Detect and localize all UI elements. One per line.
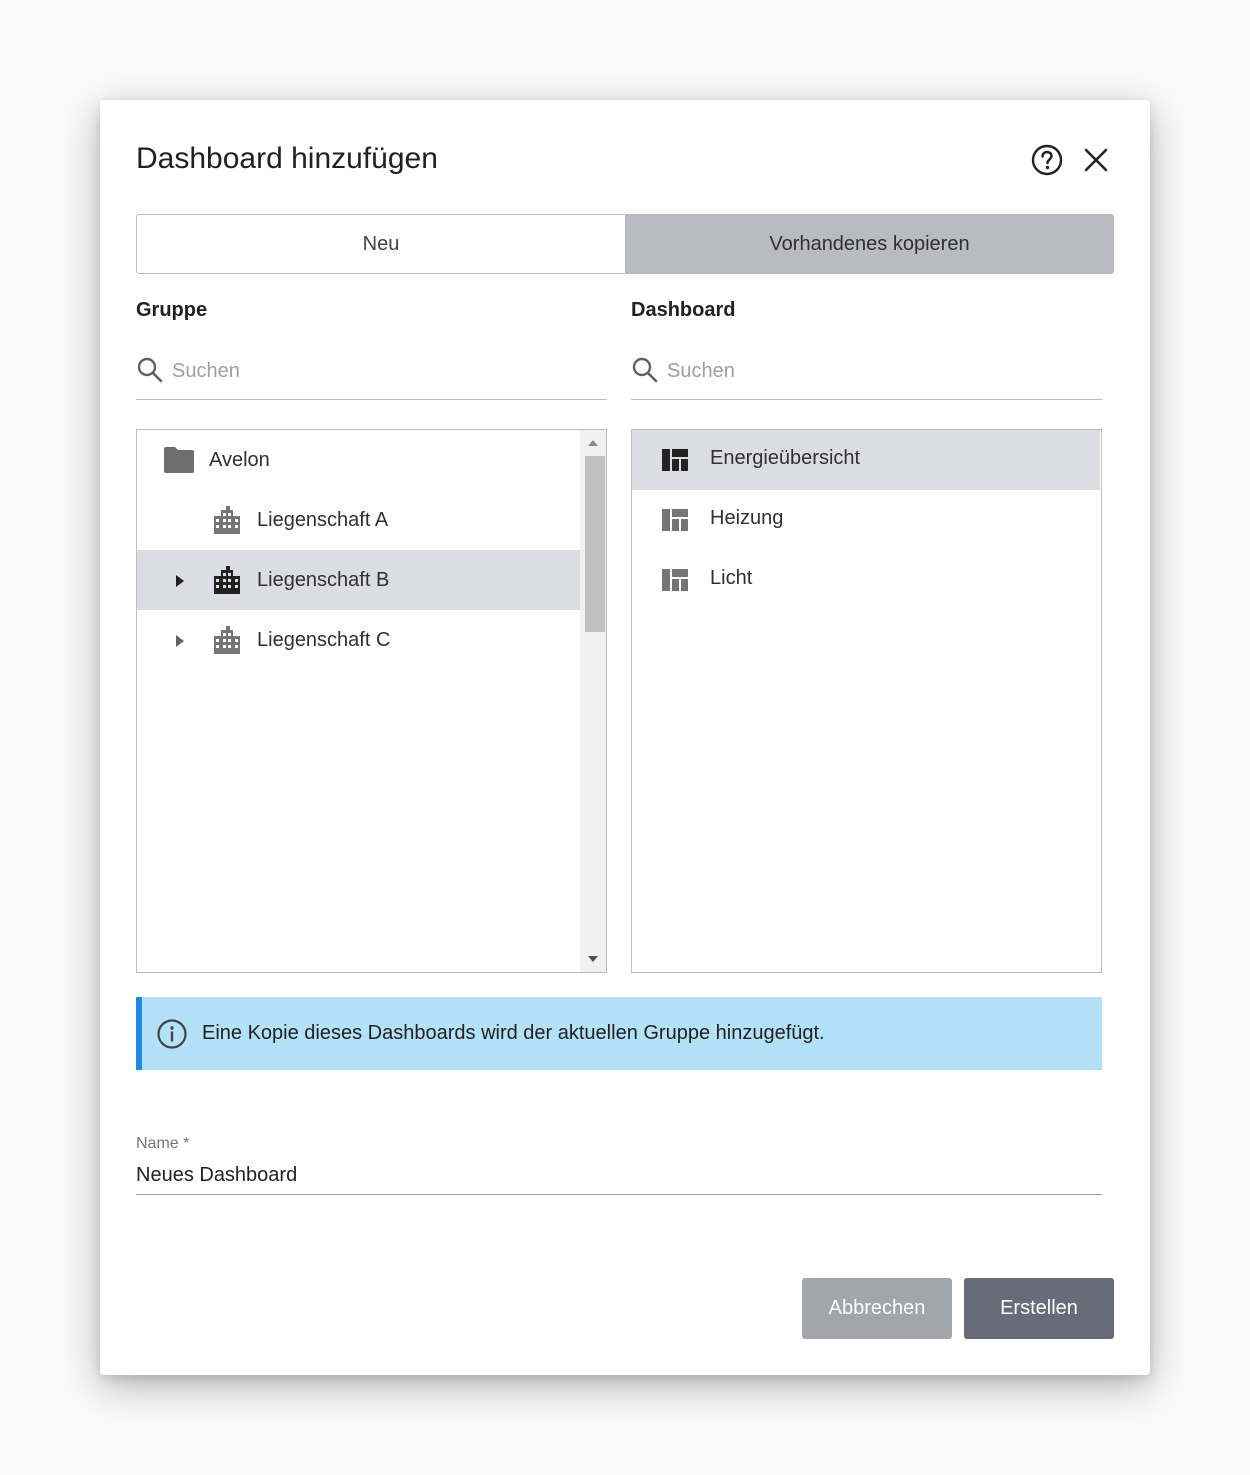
dashboard-list: Energieübersicht Heizung Licht bbox=[631, 429, 1102, 973]
scroll-up-arrow-icon[interactable] bbox=[586, 436, 600, 450]
name-field: Name * bbox=[136, 1135, 1102, 1195]
dashboard-item-energieuebersicht[interactable]: Energieübersicht bbox=[632, 430, 1100, 490]
dashboard-item-label: Heizung bbox=[710, 507, 784, 529]
scroll-thumb[interactable] bbox=[585, 456, 605, 632]
dashboard-item-label: Energieübersicht bbox=[710, 447, 861, 469]
tree-item-label: Liegenschaft C bbox=[257, 629, 391, 651]
expand-arrow-icon[interactable] bbox=[175, 634, 185, 648]
tree-item-liegenschaft-a[interactable]: Liegenschaft A bbox=[137, 490, 580, 550]
building-icon bbox=[214, 506, 240, 534]
tab-copy-existing[interactable]: Vorhandenes kopieren bbox=[625, 214, 1114, 274]
cancel-button[interactable]: Abbrechen bbox=[802, 1278, 952, 1339]
building-icon bbox=[214, 626, 240, 654]
info-banner: Eine Kopie dieses Dashboards wird der ak… bbox=[136, 997, 1102, 1070]
help-button[interactable] bbox=[1029, 142, 1065, 178]
dashboard-icon bbox=[662, 449, 688, 471]
create-button[interactable]: Erstellen bbox=[964, 1278, 1114, 1339]
group-tree: Avelon Liegenschaft A Liegenschaft B Lie… bbox=[136, 429, 607, 973]
info-icon bbox=[157, 1019, 187, 1049]
dashboard-item-licht[interactable]: Licht bbox=[632, 550, 1100, 610]
group-search bbox=[136, 350, 607, 400]
dashboard-search bbox=[631, 350, 1102, 400]
close-icon bbox=[1084, 148, 1108, 172]
tree-item-liegenschaft-b[interactable]: Liegenschaft B bbox=[137, 550, 580, 610]
tab-new[interactable]: Neu bbox=[136, 214, 625, 274]
tree-item-label: Liegenschaft B bbox=[257, 569, 390, 591]
name-field-label: Name * bbox=[136, 1135, 190, 1152]
add-dashboard-dialog: Dashboard hinzufügen Neu Vorhandenes kop… bbox=[100, 100, 1150, 1375]
dashboard-icon bbox=[662, 509, 688, 531]
info-text: Eine Kopie dieses Dashboards wird der ak… bbox=[202, 1022, 825, 1044]
tree-item-liegenschaft-c[interactable]: Liegenschaft C bbox=[137, 610, 580, 670]
help-circle-icon bbox=[1031, 144, 1063, 176]
mode-tabs: Neu Vorhandenes kopieren bbox=[136, 214, 1114, 274]
dashboard-label: Dashboard bbox=[631, 299, 736, 321]
folder-icon bbox=[164, 447, 194, 473]
search-icon bbox=[632, 357, 658, 383]
dashboard-search-input[interactable] bbox=[667, 356, 1087, 386]
tree-item-avelon[interactable]: Avelon bbox=[137, 430, 580, 490]
tree-scrollbar[interactable] bbox=[580, 430, 606, 972]
group-label: Gruppe bbox=[136, 299, 208, 321]
close-button[interactable] bbox=[1078, 142, 1114, 178]
scroll-down-arrow-icon[interactable] bbox=[586, 952, 600, 966]
dashboard-icon bbox=[662, 569, 688, 591]
name-input[interactable] bbox=[136, 1161, 1096, 1189]
search-icon bbox=[137, 357, 163, 383]
dashboard-item-label: Licht bbox=[710, 567, 753, 589]
dashboard-item-heizung[interactable]: Heizung bbox=[632, 490, 1100, 550]
tree-item-label: Liegenschaft A bbox=[257, 509, 389, 531]
building-icon bbox=[214, 566, 240, 594]
group-search-input[interactable] bbox=[172, 356, 592, 386]
tree-item-label: Avelon bbox=[209, 449, 270, 471]
dialog-title: Dashboard hinzufügen bbox=[136, 142, 438, 175]
expand-arrow-icon[interactable] bbox=[175, 574, 185, 588]
